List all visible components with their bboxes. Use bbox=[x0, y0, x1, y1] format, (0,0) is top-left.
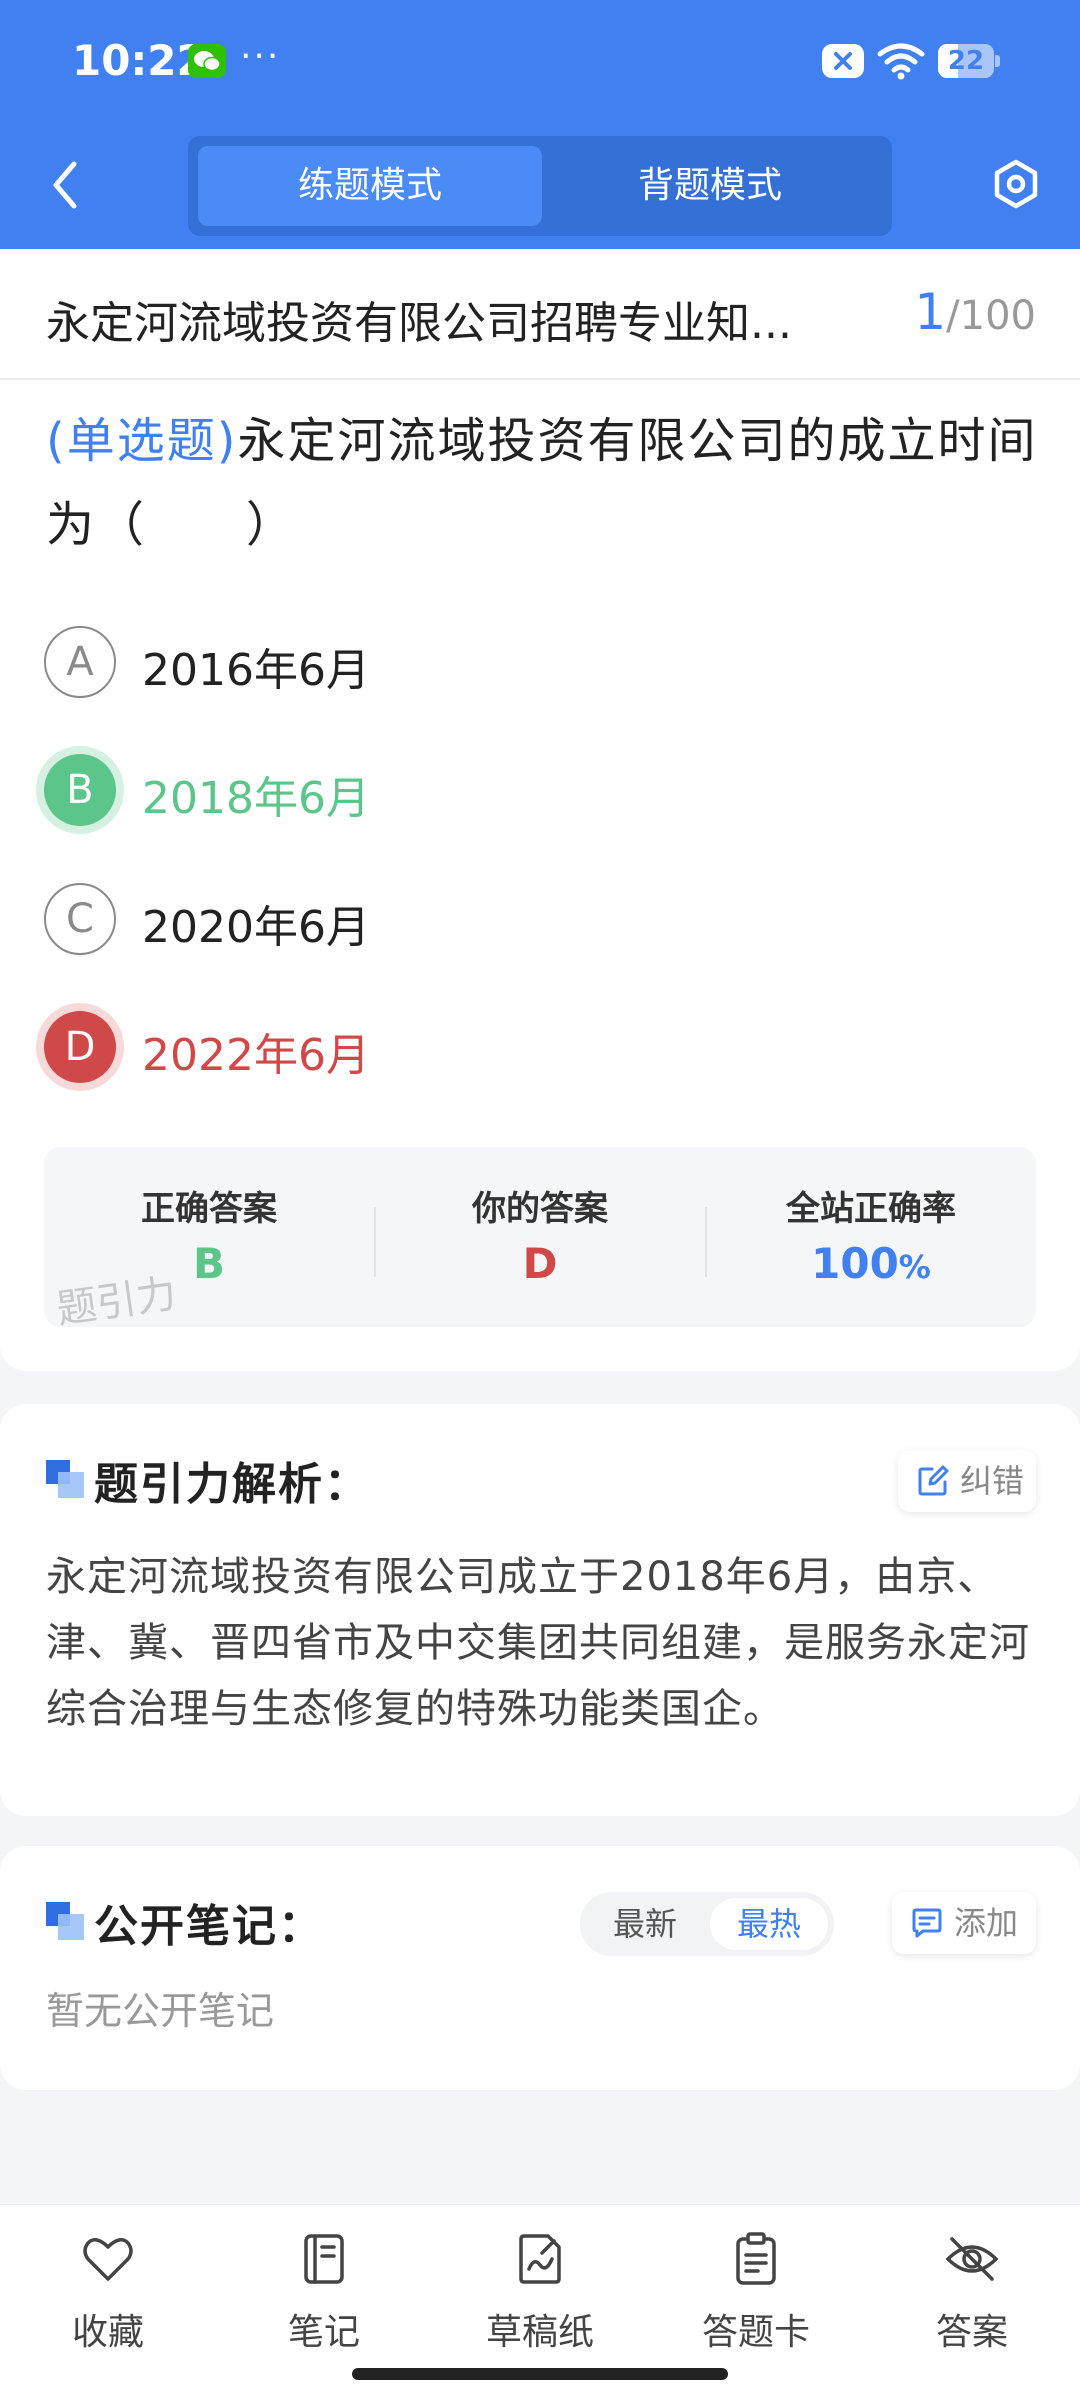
tab-memorize-mode[interactable]: 背题模式 bbox=[538, 146, 882, 226]
chevron-left-icon bbox=[53, 161, 77, 209]
show-answer-label: 答案 bbox=[935, 2312, 1008, 2353]
notes-label: 笔记 bbox=[287, 2312, 360, 2353]
option-letter: B bbox=[44, 754, 116, 826]
settings-button[interactable] bbox=[990, 158, 1042, 210]
draft-icon bbox=[519, 2234, 561, 2284]
your-answer-label: 你的答案 bbox=[472, 1189, 608, 1229]
answer-sheet-label: 答题卡 bbox=[701, 2312, 810, 2353]
question-type: (单选题) bbox=[46, 413, 238, 469]
wifi-icon bbox=[877, 43, 925, 80]
notes-sort-toggle: 最新 最热 bbox=[580, 1892, 834, 1956]
option-text: 2018年6月 bbox=[142, 773, 370, 824]
report-error-label: 纠错 bbox=[960, 1462, 1025, 1500]
edit-icon bbox=[918, 1465, 949, 1496]
option-b[interactable]: B 2018年6月 bbox=[44, 752, 944, 828]
favorite-label: 收藏 bbox=[71, 2312, 144, 2353]
option-letter: A bbox=[44, 626, 116, 698]
question-card: 永定河流域投资有限公司招聘专业知... 1/100 (单选题)永定河流域投资有限… bbox=[0, 249, 1080, 1371]
option-text: 2020年6月 bbox=[142, 902, 370, 953]
mode-switch: 练题模式 背题模式 bbox=[188, 136, 892, 236]
option-letter: D bbox=[44, 1011, 116, 1083]
status-bar: 10:22 ··· 22 bbox=[0, 0, 1080, 124]
your-answer-column: 你的答案 D bbox=[375, 1147, 705, 1327]
option-text: 2022年6月 bbox=[142, 1030, 370, 1081]
answer-result-box: 正确答案 B 你的答案 D 全站正确率 100% 题引力 bbox=[44, 1147, 1036, 1327]
answer-sheet-button[interactable]: 答题卡 bbox=[656, 2231, 856, 2361]
settings-hexagon-icon bbox=[994, 159, 1038, 209]
notification-x-icon bbox=[822, 44, 864, 78]
add-note-button[interactable]: 添加 bbox=[892, 1892, 1036, 1954]
show-answer-button[interactable]: 答案 bbox=[872, 2231, 1072, 2361]
favorite-button[interactable]: 收藏 bbox=[8, 2231, 208, 2361]
accuracy-column: 全站正确率 100% bbox=[706, 1147, 1036, 1327]
draft-paper-button[interactable]: 草稿纸 bbox=[440, 2231, 640, 2361]
eye-off-icon bbox=[945, 2237, 999, 2281]
notes-title: 公开笔记： bbox=[94, 1901, 324, 1952]
notebook-icon bbox=[304, 2234, 344, 2284]
accuracy-number: 100 bbox=[811, 1239, 899, 1288]
analysis-card: 题引力解析： 纠错 永定河流域投资有限公司成立于2018年6月，由京、津、冀、晋… bbox=[0, 1404, 1080, 1816]
paper-title: 永定河流域投资有限公司招聘专业知... bbox=[46, 298, 792, 349]
battery-icon: 22 bbox=[938, 44, 1000, 78]
public-notes-card: 公开笔记： 最新 最热 添加 暂无公开笔记 bbox=[0, 1846, 1080, 2090]
empty-notes-text: 暂无公开笔记 bbox=[46, 1989, 275, 2033]
your-answer-value: D bbox=[522, 1239, 558, 1288]
sort-hottest[interactable]: 最热 bbox=[710, 1898, 828, 1950]
option-c[interactable]: C 2020年6月 bbox=[44, 881, 944, 957]
status-time: 10:22 bbox=[72, 36, 206, 85]
accuracy-unit: % bbox=[898, 1248, 931, 1286]
tab-practice-mode[interactable]: 练题模式 bbox=[198, 146, 542, 226]
battery-level: 22 bbox=[947, 46, 985, 76]
home-indicator[interactable] bbox=[352, 2368, 728, 2380]
back-button[interactable] bbox=[40, 150, 90, 220]
accuracy-value: 100% bbox=[706, 1239, 1036, 1288]
section-squares-icon bbox=[46, 1460, 86, 1500]
top-header: 10:22 ··· 22 练题模式 背题模式 bbox=[0, 0, 1080, 249]
option-letter: C bbox=[44, 883, 116, 955]
progress-total: /100 bbox=[946, 293, 1036, 339]
sort-latest[interactable]: 最新 bbox=[586, 1898, 704, 1950]
notes-button[interactable]: 笔记 bbox=[224, 2231, 424, 2361]
comment-icon bbox=[912, 1908, 942, 1938]
paper-info-row: 永定河流域投资有限公司招聘专业知... 1/100 bbox=[0, 249, 1080, 380]
question-progress[interactable]: 1/100 bbox=[914, 283, 1036, 341]
option-text: 2016年6月 bbox=[142, 645, 370, 696]
option-d[interactable]: D 2022年6月 bbox=[44, 1009, 944, 1085]
report-error-button[interactable]: 纠错 bbox=[898, 1450, 1036, 1512]
wechat-icon bbox=[188, 44, 226, 78]
progress-current: 1 bbox=[914, 283, 947, 341]
add-note-label: 添加 bbox=[954, 1904, 1019, 1942]
correct-answer-label: 正确答案 bbox=[141, 1189, 277, 1229]
analysis-text: 永定河流域投资有限公司成立于2018年6月，由京、津、冀、晋四省市及中交集团共同… bbox=[46, 1554, 1030, 1732]
analysis-title: 题引力解析： bbox=[94, 1459, 370, 1510]
answer-sheet-icon bbox=[736, 2232, 776, 2285]
accuracy-label: 全站正确率 bbox=[786, 1189, 956, 1229]
option-a[interactable]: A 2016年6月 bbox=[44, 624, 944, 700]
question-stem: (单选题)永定河流域投资有限公司的成立时间为（ ） bbox=[46, 399, 1042, 567]
draft-paper-label: 草稿纸 bbox=[485, 2312, 594, 2353]
heart-icon bbox=[83, 2238, 133, 2281]
more-notifications-icon: ··· bbox=[240, 36, 281, 77]
section-squares-icon bbox=[46, 1902, 86, 1942]
